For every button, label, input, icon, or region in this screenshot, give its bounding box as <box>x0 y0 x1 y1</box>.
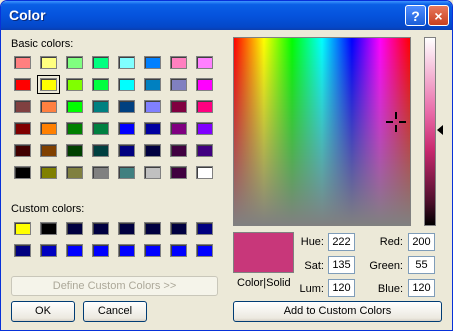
color-spectrum[interactable] <box>233 37 411 226</box>
basic-color-swatch[interactable] <box>144 122 161 135</box>
basic-color-swatch[interactable] <box>37 75 60 94</box>
custom-color-swatch[interactable] <box>196 222 213 235</box>
basic-color-swatch[interactable] <box>144 56 161 69</box>
basic-color-swatch[interactable] <box>14 144 31 157</box>
blue-label: Blue: <box>377 283 403 295</box>
basic-color-swatch[interactable] <box>170 100 187 113</box>
custom-color-swatch[interactable] <box>66 244 83 257</box>
ok-button[interactable]: OK <box>11 301 75 322</box>
basic-color-swatch[interactable] <box>92 166 109 179</box>
basic-color-swatch[interactable] <box>144 166 161 179</box>
hue-label: Hue: <box>300 236 324 248</box>
basic-color-swatch[interactable] <box>196 78 213 91</box>
luminosity-arrow-icon[interactable] <box>437 125 444 135</box>
custom-color-swatch[interactable] <box>118 244 135 257</box>
custom-color-swatch[interactable] <box>14 222 31 235</box>
hue-field[interactable]: 222 <box>328 233 355 251</box>
red-field[interactable]: 200 <box>408 233 435 251</box>
custom-color-swatch[interactable] <box>118 222 135 235</box>
basic-color-swatch[interactable] <box>196 166 213 179</box>
custom-color-swatch[interactable] <box>196 244 213 257</box>
custom-color-swatch[interactable] <box>92 222 109 235</box>
cancel-button[interactable]: Cancel <box>83 301 147 322</box>
basic-color-swatch[interactable] <box>40 122 57 135</box>
basic-color-swatch[interactable] <box>66 122 83 135</box>
green-label: Green: <box>369 260 403 272</box>
custom-colors-label: Custom colors: <box>11 203 85 215</box>
custom-color-swatch[interactable] <box>170 244 187 257</box>
window-title: Color <box>9 7 46 23</box>
custom-color-swatch[interactable] <box>14 244 31 257</box>
basic-color-swatch[interactable] <box>118 78 135 91</box>
lum-field[interactable]: 120 <box>328 279 355 297</box>
basic-color-swatch[interactable] <box>14 166 31 179</box>
add-to-custom-colors-button[interactable]: Add to Custom Colors <box>233 301 442 322</box>
basic-color-swatch[interactable] <box>40 166 57 179</box>
basic-color-swatch[interactable] <box>92 100 109 113</box>
basic-color-swatch[interactable] <box>66 100 83 113</box>
red-label: Red: <box>379 236 403 248</box>
color-dialog: Color ? × Basic colors: Custom colors: D… <box>0 0 453 331</box>
basic-color-swatch[interactable] <box>66 166 83 179</box>
basic-color-swatch[interactable] <box>144 144 161 157</box>
define-custom-colors-button[interactable]: Define Custom Colors >> <box>11 276 218 296</box>
basic-color-swatch[interactable] <box>144 78 161 91</box>
basic-color-swatch[interactable] <box>14 78 31 91</box>
basic-color-swatch[interactable] <box>118 166 135 179</box>
basic-color-swatch[interactable] <box>170 56 187 69</box>
basic-color-swatch[interactable] <box>14 100 31 113</box>
help-icon[interactable]: ? <box>405 5 426 26</box>
sat-field[interactable]: 135 <box>328 256 355 274</box>
basic-color-swatch[interactable] <box>14 56 31 69</box>
custom-color-swatch[interactable] <box>92 244 109 257</box>
basic-color-swatch[interactable] <box>170 144 187 157</box>
custom-color-swatch[interactable] <box>66 222 83 235</box>
basic-color-swatch[interactable] <box>40 100 57 113</box>
basic-color-swatch[interactable] <box>92 144 109 157</box>
basic-color-swatch[interactable] <box>196 144 213 157</box>
luminosity-slider[interactable] <box>424 37 436 226</box>
green-field[interactable]: 55 <box>408 256 435 274</box>
custom-color-swatch[interactable] <box>40 222 57 235</box>
basic-color-swatch[interactable] <box>14 122 31 135</box>
basic-color-swatch[interactable] <box>118 144 135 157</box>
basic-color-swatch[interactable] <box>118 100 135 113</box>
basic-colors-label: Basic colors: <box>11 38 74 50</box>
basic-color-swatch[interactable] <box>170 78 187 91</box>
basic-color-swatch[interactable] <box>118 122 135 135</box>
basic-color-swatch[interactable] <box>118 56 135 69</box>
basic-color-swatch[interactable] <box>92 78 109 91</box>
basic-color-swatch[interactable] <box>40 144 57 157</box>
basic-color-swatch[interactable] <box>170 166 187 179</box>
custom-color-swatch[interactable] <box>144 222 161 235</box>
title-bar: Color ? × <box>1 1 452 30</box>
sat-label: Sat: <box>304 260 324 272</box>
basic-color-swatch[interactable] <box>66 144 83 157</box>
color-solid-label: Color|Solid <box>237 277 291 289</box>
custom-color-swatch[interactable] <box>40 244 57 257</box>
basic-color-swatch[interactable] <box>196 122 213 135</box>
blue-field[interactable]: 120 <box>408 279 435 297</box>
basic-color-swatch[interactable] <box>92 56 109 69</box>
close-icon[interactable]: × <box>428 5 449 26</box>
custom-color-swatch[interactable] <box>170 222 187 235</box>
crosshair-icon <box>386 112 406 132</box>
basic-color-swatch[interactable] <box>66 78 83 91</box>
color-preview <box>233 232 294 273</box>
basic-color-swatch[interactable] <box>40 56 57 69</box>
basic-color-swatch[interactable] <box>66 56 83 69</box>
basic-color-swatch[interactable] <box>196 100 213 113</box>
basic-color-swatch[interactable] <box>92 122 109 135</box>
basic-color-swatch[interactable] <box>196 56 213 69</box>
basic-color-swatch[interactable] <box>144 100 161 113</box>
lum-label: Lum: <box>299 283 324 295</box>
custom-color-swatch[interactable] <box>144 244 161 257</box>
basic-color-swatch[interactable] <box>170 122 187 135</box>
